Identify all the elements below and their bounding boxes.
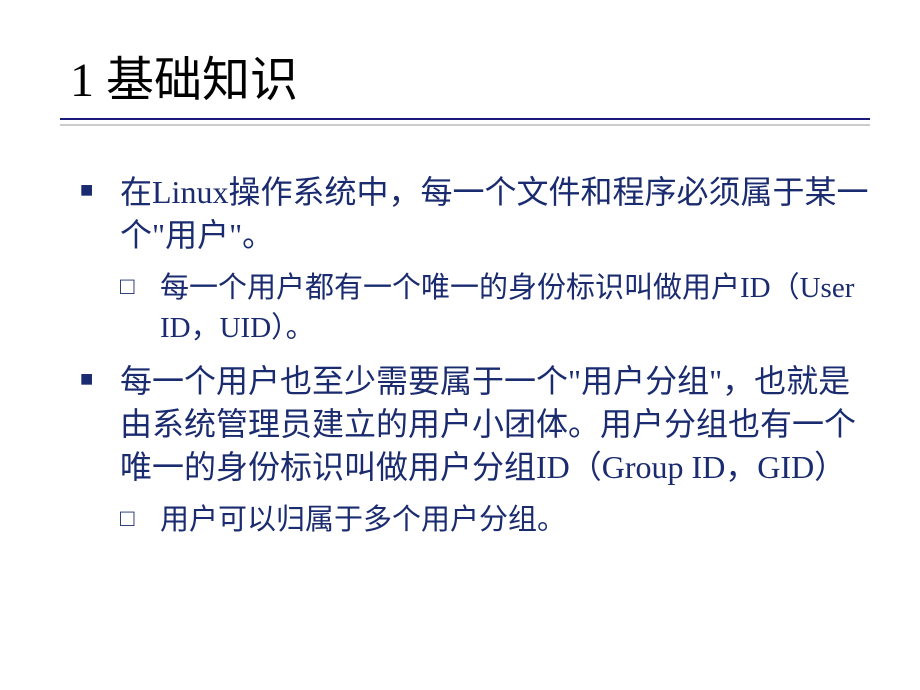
sub-item-2: 用户可以归属于多个用户分组。 xyxy=(120,501,870,540)
sub-list-2: 用户可以归属于多个用户分组。 xyxy=(80,501,870,540)
title-underline xyxy=(60,118,870,120)
sub-list-1: 每一个用户都有一个唯一的身份标识叫做用户ID（User ID，UID）。 xyxy=(80,269,870,347)
title-underline-shadow xyxy=(60,124,870,126)
sub-item-1: 每一个用户都有一个唯一的身份标识叫做用户ID（User ID，UID）。 xyxy=(120,269,870,347)
bullet-item-1: 在Linux操作系统中，每一个文件和程序必须属于某一个"用户"。 xyxy=(80,171,870,257)
slide-title: 1 基础知识 xyxy=(70,40,870,110)
bullet-item-2: 每一个用户也至少需要属于一个"用户分组"，也就是由系统管理员建立的用户小团体。用… xyxy=(80,360,870,490)
content-list: 在Linux操作系统中，每一个文件和程序必须属于某一个"用户"。 每一个用户都有… xyxy=(60,171,870,540)
